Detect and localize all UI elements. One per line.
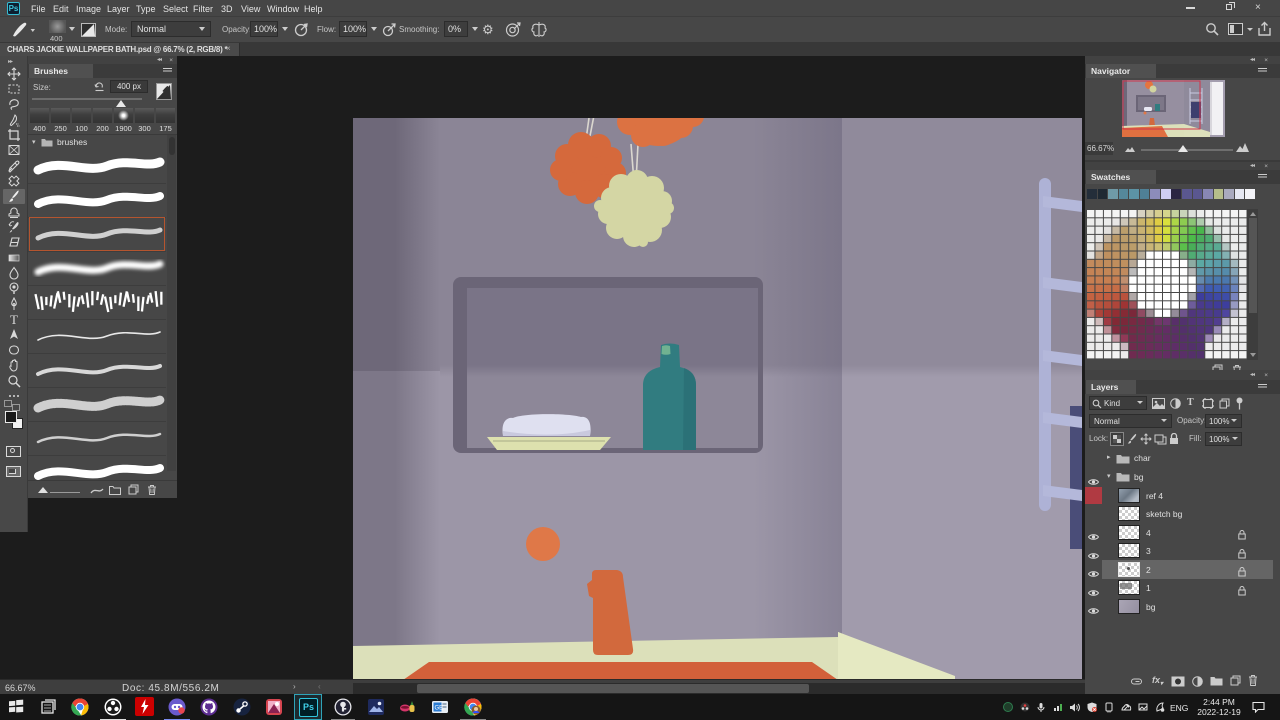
- svg-text:GE: GE: [435, 706, 444, 712]
- svg-text:T: T: [10, 312, 18, 326]
